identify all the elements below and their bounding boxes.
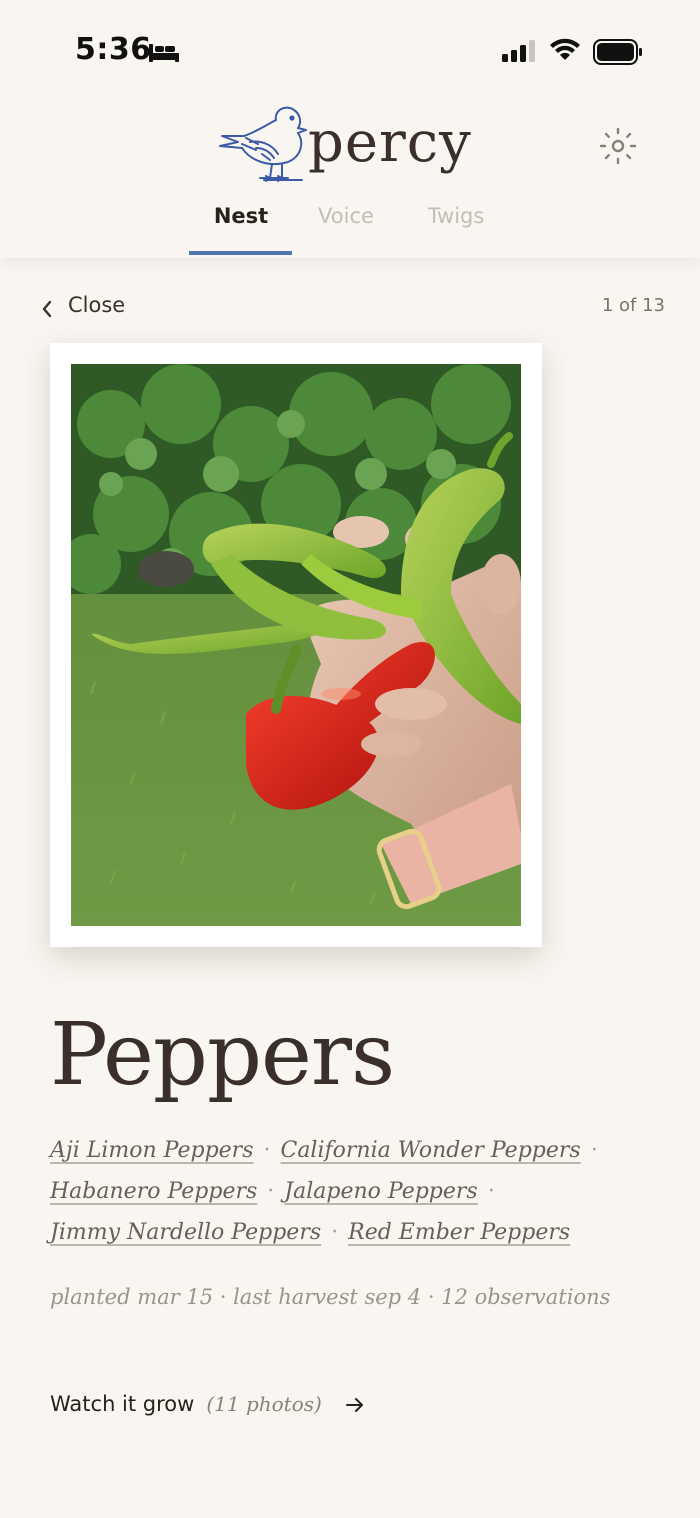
item-counter: 1 of 13	[601, 295, 665, 316]
photo-card[interactable]	[50, 343, 542, 947]
variety-link[interactable]: Red Ember Peppers	[348, 1220, 570, 1245]
variety-link[interactable]: California Wonder Peppers	[280, 1138, 580, 1163]
status-bar: 5:36	[0, 0, 700, 100]
wifi-icon	[550, 38, 580, 60]
chevron-left-icon	[42, 300, 52, 318]
arrow-right-icon	[345, 1397, 363, 1412]
bird-icon	[219, 106, 307, 182]
variety-separator: ·	[487, 1179, 495, 1204]
watch-label: Watch it grow	[50, 1392, 195, 1416]
bed-icon	[149, 44, 179, 62]
variety-link[interactable]: Habanero Peppers	[50, 1179, 257, 1204]
plant-title: Peppers	[50, 1005, 395, 1105]
pepper-photo	[71, 364, 521, 926]
tab-nest[interactable]: Nest	[190, 204, 292, 228]
sun-gear-icon[interactable]	[598, 126, 638, 166]
status-time: 5:36	[75, 32, 152, 67]
tab-bar: Nest Voice Twigs	[0, 200, 700, 256]
pepper-photo-illustration	[71, 364, 521, 926]
signal-icon	[502, 40, 535, 62]
photo-count: (11 photos)	[206, 1392, 322, 1416]
battery-icon	[593, 39, 642, 65]
logo-wordmark: percy	[308, 110, 472, 175]
app-header: percy Nest Voice Twigs	[0, 90, 700, 258]
variety-separator: ·	[331, 1220, 339, 1245]
app-logo[interactable]: percy	[216, 102, 486, 188]
plant-meta: planted mar 15 · last harvest sep 4 · 12…	[50, 1285, 611, 1309]
variety-separator: ·	[590, 1138, 598, 1163]
variety-list: Aji Limon Peppers · California Wonder Pepp…	[50, 1138, 670, 1261]
variety-separator: ·	[263, 1138, 271, 1163]
close-label: Close	[68, 293, 126, 317]
detail-nav: Close 1 of 13	[40, 293, 665, 323]
watch-it-grow-link[interactable]: Watch it grow (11 photos)	[50, 1392, 365, 1422]
variety-link[interactable]: Jalapeno Peppers	[284, 1179, 477, 1204]
variety-separator: ·	[267, 1179, 275, 1204]
tab-voice[interactable]: Voice	[300, 204, 392, 228]
variety-link[interactable]: Aji Limon Peppers	[50, 1138, 253, 1163]
tab-twigs[interactable]: Twigs	[410, 204, 502, 228]
variety-link[interactable]: Jimmy Nardello Peppers	[50, 1220, 321, 1245]
active-tab-indicator	[189, 251, 292, 255]
